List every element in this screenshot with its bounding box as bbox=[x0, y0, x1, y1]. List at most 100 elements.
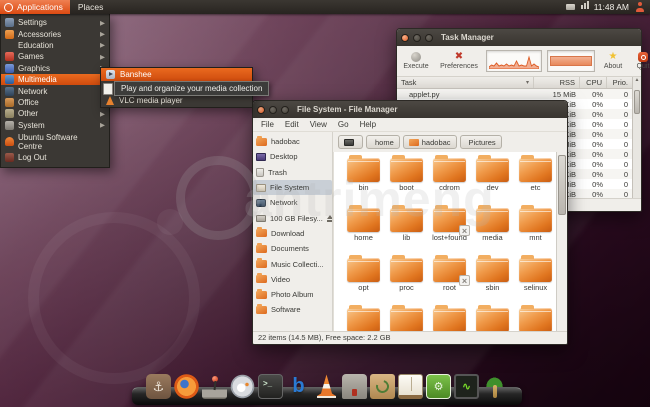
dock-icon[interactable] bbox=[370, 374, 395, 399]
maximize-button[interactable] bbox=[425, 34, 433, 42]
folder-item[interactable]: × proc bbox=[385, 256, 428, 306]
quit-button[interactable]: Quit bbox=[631, 52, 650, 70]
scrollbar-thumb[interactable] bbox=[634, 90, 640, 114]
menu-item[interactable]: Ubuntu Software Centre ▶ bbox=[1, 136, 109, 147]
folder-item[interactable]: × lib bbox=[385, 206, 428, 256]
menu-item[interactable]: Settings ▶ bbox=[1, 17, 109, 28]
folder-item[interactable]: × bbox=[342, 306, 385, 331]
dock-icon[interactable] bbox=[426, 374, 451, 399]
menu-item[interactable]: Graphics ▶ bbox=[1, 63, 109, 74]
path-button[interactable] bbox=[338, 135, 363, 149]
path-button[interactable]: home bbox=[366, 135, 400, 149]
sidebar-item[interactable]: Photo Album bbox=[253, 287, 332, 302]
menu-item[interactable]: Accessories ▶ bbox=[1, 28, 109, 39]
menu-item[interactable]: Education ▶ bbox=[1, 40, 109, 51]
menu-item-icon bbox=[5, 18, 14, 27]
menubar-item[interactable]: File bbox=[261, 120, 274, 129]
menu-item[interactable]: System ▶ bbox=[1, 120, 109, 131]
column-prio[interactable]: Prio. bbox=[607, 77, 632, 88]
dock-icon[interactable] bbox=[482, 374, 507, 399]
task-table-header[interactable]: Task▾ RSS CPU Prio. bbox=[397, 77, 641, 89]
sidebar-item[interactable]: Video bbox=[253, 272, 332, 287]
file-view-scrollbar[interactable] bbox=[556, 152, 567, 331]
folder-item[interactable]: × root bbox=[428, 256, 471, 306]
dock-icon[interactable] bbox=[342, 374, 367, 399]
about-button[interactable]: ★ About bbox=[600, 52, 626, 70]
session-menu-icon[interactable] bbox=[635, 2, 645, 12]
menu-item[interactable]: Office ▶ bbox=[1, 97, 109, 108]
places-menu-button[interactable]: Places bbox=[70, 0, 112, 14]
task-list-scrollbar[interactable]: ▲ bbox=[632, 77, 641, 198]
menu-item[interactable]: Games ▶ bbox=[1, 51, 109, 62]
folder-item[interactable]: × selinux bbox=[514, 256, 556, 306]
close-button[interactable] bbox=[257, 106, 265, 114]
folder-item[interactable]: × boot bbox=[385, 156, 428, 206]
menubar-item[interactable]: Help bbox=[360, 120, 376, 129]
folder-item[interactable]: × media bbox=[471, 206, 514, 256]
folder-item[interactable]: × bbox=[385, 306, 428, 331]
menubar-item[interactable]: Go bbox=[338, 120, 349, 129]
folder-item[interactable]: × dev bbox=[471, 156, 514, 206]
minimize-button[interactable] bbox=[413, 34, 421, 42]
sidebar-item[interactable]: Download bbox=[253, 226, 332, 241]
clock[interactable]: 11:48 AM bbox=[594, 2, 629, 12]
dock-icon[interactable] bbox=[314, 374, 339, 399]
dock-icon[interactable] bbox=[146, 374, 171, 399]
menu-item[interactable]: Network ▶ bbox=[1, 85, 109, 96]
sidebar-item[interactable]: File System bbox=[253, 180, 332, 195]
dock-icon[interactable] bbox=[230, 374, 255, 399]
folder-item[interactable]: × bbox=[514, 306, 556, 331]
menubar-item[interactable]: Edit bbox=[285, 120, 299, 129]
folder-item[interactable]: × mnt bbox=[514, 206, 556, 256]
dock-icon[interactable] bbox=[174, 374, 199, 399]
folder-item[interactable]: × lost+found bbox=[428, 206, 471, 256]
task-row[interactable]: applet.py 15 MiB 0% 0 bbox=[397, 89, 632, 99]
close-button[interactable] bbox=[401, 34, 409, 42]
folder-item[interactable]: × sbin bbox=[471, 256, 514, 306]
applications-menu-button[interactable]: Applications bbox=[0, 0, 70, 14]
sidebar-item[interactable]: Desktop bbox=[253, 149, 332, 164]
dock-icon[interactable] bbox=[398, 374, 423, 399]
eject-icon[interactable] bbox=[327, 215, 332, 222]
maximize-button[interactable] bbox=[281, 106, 289, 114]
scrollbar-thumb[interactable] bbox=[558, 155, 566, 215]
sidebar-item[interactable]: Network bbox=[253, 195, 332, 210]
submenu-arrow-icon: ▶ bbox=[100, 41, 105, 49]
sidebar-item[interactable]: Music Collecti... bbox=[253, 256, 332, 271]
minimize-button[interactable] bbox=[269, 106, 277, 114]
path-button[interactable]: Pictures bbox=[460, 135, 502, 149]
menubar-item[interactable]: View bbox=[310, 120, 327, 129]
file-manager-titlebar[interactable]: File System - File Manager bbox=[253, 101, 567, 118]
dock-icon[interactable] bbox=[454, 374, 479, 399]
dock-icon[interactable] bbox=[286, 374, 311, 399]
sidebar-item[interactable]: Software bbox=[253, 302, 332, 317]
menu-item[interactable]: Log Out ▶ bbox=[1, 152, 109, 163]
task-manager-titlebar[interactable]: Task Manager bbox=[397, 29, 641, 46]
folder-label: proc bbox=[385, 283, 428, 292]
dock-icon[interactable] bbox=[202, 374, 227, 399]
menu-item[interactable]: Multimedia ▶ bbox=[1, 74, 109, 85]
column-rss[interactable]: RSS bbox=[534, 77, 580, 88]
folder-item[interactable]: × home bbox=[342, 206, 385, 256]
folder-item[interactable]: × opt bbox=[342, 256, 385, 306]
sidebar-item[interactable]: hadobac bbox=[253, 134, 332, 149]
menu-item[interactable]: Other ▶ bbox=[1, 108, 109, 119]
sidebar-item[interactable]: Documents bbox=[253, 241, 332, 256]
dock-icon[interactable] bbox=[258, 374, 283, 399]
folder-item[interactable]: × bin bbox=[342, 156, 385, 206]
column-task[interactable]: Task▾ bbox=[397, 77, 534, 88]
battery-icon[interactable] bbox=[566, 4, 575, 10]
execute-button[interactable]: Execute bbox=[400, 52, 432, 70]
sidebar-item[interactable]: Trash bbox=[253, 165, 332, 180]
sidebar-item[interactable]: 100 GB Filesy... bbox=[253, 210, 332, 225]
preferences-button[interactable]: ✖ Preferences bbox=[437, 52, 481, 70]
folder-item[interactable]: × etc bbox=[514, 156, 556, 206]
folder-item[interactable]: × bbox=[471, 306, 514, 331]
file-grid: × bin × boot bbox=[342, 156, 556, 331]
column-cpu[interactable]: CPU bbox=[580, 77, 607, 88]
folder-item[interactable]: × bbox=[428, 306, 471, 331]
path-button[interactable]: hadobac bbox=[403, 135, 457, 149]
wifi-icon[interactable] bbox=[581, 5, 583, 9]
folder-item[interactable]: × cdrom bbox=[428, 156, 471, 206]
submenu-item[interactable]: Banshee bbox=[101, 68, 252, 81]
